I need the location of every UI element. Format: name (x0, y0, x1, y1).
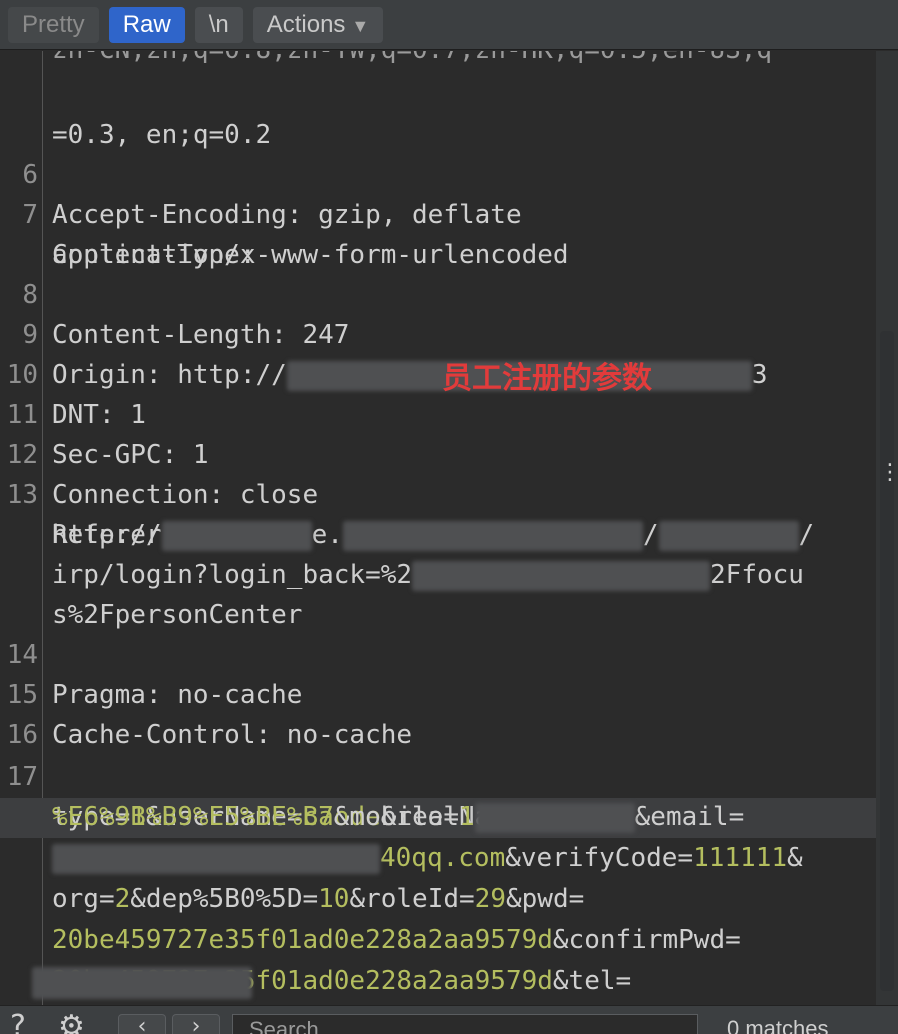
match-count: 0 matches (727, 1016, 829, 1034)
newline-toggle-button[interactable]: \n (194, 6, 243, 43)
redacted-block (342, 520, 643, 551)
code-line-12: 12 Connection: close (0, 395, 318, 510)
redacted-block (412, 560, 711, 591)
code-line-17-wrap: %E6%9B%B9%E5%BE%B7&mobile=1 &email= (52, 802, 745, 833)
code-line-17-wrap: 20be459727e35f01ad0e228a2aa9579d&confirm… (52, 925, 741, 955)
code-line-7-wrap: application/x-www-form-urlencoded (52, 240, 569, 270)
redacted-block (474, 802, 635, 833)
code-line-9: 9 Origin: http://3 (0, 275, 767, 391)
code-line-16: 16 (0, 675, 63, 750)
search-bar: ? ⚙ ‹ › Search... 0 matches (0, 1005, 898, 1034)
vertical-scrollbar[interactable] (876, 51, 898, 1005)
code-line-13: 13 Referer: (0, 435, 178, 550)
redacted-block (658, 520, 799, 551)
gear-icon[interactable]: ⚙ (58, 1012, 85, 1034)
pretty-tab[interactable]: Pretty (8, 6, 99, 43)
toolbar: Pretty Raw \n Actions ▼ (0, 0, 898, 50)
code-line-11: 11 Sec-GPC: 1 (0, 355, 209, 470)
more-options-icon[interactable]: ⋮ (879, 462, 898, 484)
code-line-10: 10 DNT: 1 (0, 315, 146, 430)
code-line-13-wrap: s%2FpersonCenter (52, 600, 303, 630)
chevron-down-icon: ▼ (351, 15, 370, 36)
code-line-6: 6 Accept-Encoding: gzip, deflate (0, 115, 521, 230)
search-input[interactable]: Search... (232, 1014, 698, 1034)
code-line-13-wrap: http://e. / / (52, 520, 815, 551)
annotation-label: 员工注册的参数 (442, 361, 652, 396)
raw-tab[interactable]: Raw (108, 6, 185, 43)
redacted-block (32, 967, 252, 999)
actions-dropdown[interactable]: Actions ▼ (252, 6, 384, 43)
code-line-15: 15 Cache-Control: no-cache (0, 635, 412, 750)
code-line-8: 8 Content-Length: 247 (0, 235, 349, 350)
next-match-button[interactable]: › (172, 1014, 220, 1034)
code-line: =0.3, en;q=0.2 (52, 120, 272, 150)
code-line-7: 7 Content-Type: (0, 155, 255, 270)
request-editor[interactable]: zh-CN,zh;q=0.8,zh-TW;q=0.7,zh-HK;q=0.5,e… (0, 51, 876, 1005)
previous-match-button[interactable]: ‹ (118, 1014, 166, 1034)
code-line-17: 17 type=1&userName=caode&realName= (0, 717, 538, 832)
redacted-block (52, 843, 380, 874)
code-line-17-wrap: 40qq.com&verifyCode=111111& (0, 798, 803, 874)
scrollbar-thumb[interactable] (880, 331, 894, 991)
code-line-17-wrap (0, 963, 252, 1003)
clipped-line: zh-CN,zh;q=0.8,zh-TW;q=0.7,zh-HK;q=0.5,e… (52, 51, 772, 63)
code-line-13-wrap: irp/login?login_back=%2 2Ffocu (52, 560, 804, 591)
code-line-14: 14 Pragma: no-cache (0, 595, 303, 710)
help-icon[interactable]: ? (10, 1012, 26, 1034)
code-line-17-wrap: 20be459727e35f01ad0e228a2aa9579d&tel= (52, 966, 632, 996)
redacted-block (161, 520, 312, 551)
code-line-17-wrap: org=2&dep%5B0%5D=10&roleId=29&pwd= (52, 884, 585, 914)
actions-label: Actions (266, 10, 346, 38)
